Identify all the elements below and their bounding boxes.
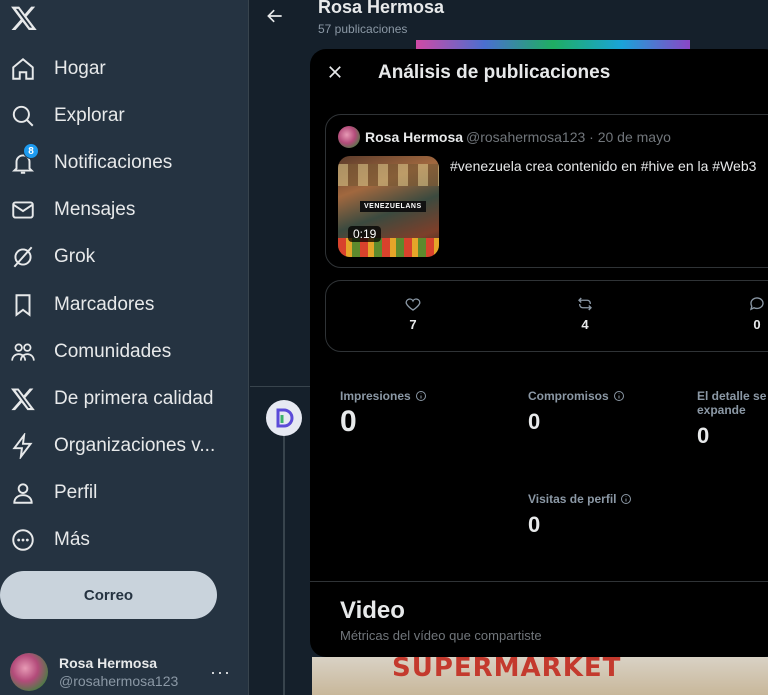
person-icon [10,480,36,506]
more-circle-icon [10,527,36,553]
sidebar-item-label: Mensajes [54,199,136,221]
likes-stat: 7 [393,295,433,332]
notification-badge: 8 [23,142,39,159]
reposts-count: 4 [581,317,589,332]
sidebar-item-label: Marcadores [54,293,155,315]
thumbnail-label: VENEZUELANS [360,201,426,212]
heart-icon [405,298,421,311]
detail-expands-metric: El detalle se expande 0 [697,389,768,449]
post-button[interactable]: Correo [0,571,217,619]
video-duration: 0:19 [348,226,382,242]
modal-title: Análisis de publicaciones [378,62,611,83]
sidebar-item-premium[interactable]: De primera calidad [0,375,249,422]
repost-icon [578,297,592,311]
sidebar-item-label: Notificaciones [54,151,173,173]
sidebar-item-label: Organizaciones v... [54,435,216,457]
engagements-value: 0 [528,409,541,434]
search-icon [10,103,36,129]
divider [250,386,310,387]
post-analytics-modal: Análisis de publicaciones Rosa Hermosa @… [310,49,768,657]
detail-expands-label: El detalle se expande [697,389,767,417]
sidebar-item-more[interactable]: Más [0,517,249,564]
engagements-metric: Compromisos 0 [528,389,625,435]
x-logo-icon[interactable] [10,4,38,32]
account-handle: @rosahermosa123 [59,672,179,689]
section-divider [310,581,768,582]
engagements-label: Compromisos [528,389,609,403]
sidebar-item-explore[interactable]: Explorar [0,92,249,139]
app-root: Hogar Explorar 8 Notificaciones Mensajes… [0,0,768,695]
account-name: Rosa Hermosa [59,654,158,671]
profile-visits-value: 0 [528,512,541,537]
communities-icon [10,339,36,365]
bell-icon: 8 [10,142,39,176]
grok-icon [10,244,36,270]
thread-line [283,436,285,695]
sidebar-item-notifications[interactable]: 8 Notificaciones [0,139,249,186]
sidebar-item-label: Grok [54,246,96,268]
reposts-stat: 4 [565,295,605,332]
reply-icon [749,297,764,311]
sidebar-item-messages[interactable]: Mensajes [0,187,249,234]
info-icon[interactable] [613,390,625,402]
video-section-title: Video [340,597,405,624]
sidebar-item-communities[interactable]: Comunidades [0,328,249,375]
likes-count: 7 [409,317,417,332]
supermarket-sign: SUPERMARKET [392,657,622,683]
close-icon[interactable] [326,63,344,81]
thumbnail-awning [338,164,439,186]
post-preview-card[interactable]: Rosa Hermosa @rosahermosa123 · 20 de may… [325,114,768,268]
home-icon [10,56,36,82]
sidebar-item-home[interactable]: Hogar [0,45,249,92]
mail-icon [10,197,36,223]
page-title: Rosa Hermosa [318,0,445,17]
replies-count: 0 [753,317,761,332]
bookmark-icon [10,292,36,318]
profile-visits-metric: Visitas de perfil 0 [528,492,632,538]
detail-expands-value: 0 [697,423,710,448]
sidebar-item-label: Hogar [54,57,106,79]
avatar [338,126,360,148]
dlike-avatar[interactable] [266,400,302,436]
sidebar-item-label: Perfil [54,482,98,504]
sidebar-item-label: Más [54,529,90,551]
info-icon[interactable] [620,493,632,505]
back-arrow-icon[interactable] [265,6,285,26]
post-handle-date: @rosahermosa123 · 20 de mayo [466,129,671,145]
avatar [10,652,48,691]
account-switcher[interactable]: Rosa Hermosa @rosahermosa123 ··· [0,648,249,695]
video-section-subtitle: Métricas del vídeo que compartiste [340,628,542,643]
more-options-icon[interactable]: ··· [210,662,231,683]
sidebar-item-label: Comunidades [54,340,172,362]
post-count: 57 publicaciones [318,22,408,36]
sidebar-item-label: Explorar [54,104,125,126]
x-premium-icon [10,386,36,412]
post-author: Rosa Hermosa [365,129,464,145]
sidebar-nav: Hogar Explorar 8 Notificaciones Mensajes… [0,45,249,564]
impressions-metric: Impresiones 0 [340,389,427,439]
lightning-icon [10,431,36,461]
post-text: #venezuela crea contenido en #hive en la… [450,158,757,174]
engagement-card: 7 4 0 [325,280,768,352]
sidebar-item-bookmarks[interactable]: Marcadores [0,281,249,328]
replies-stat: 0 [737,295,768,332]
sidebar: Hogar Explorar 8 Notificaciones Mensajes… [0,0,249,695]
impressions-label: Impresiones [340,389,411,403]
sidebar-item-profile[interactable]: Perfil [0,470,249,517]
post-image[interactable]: SUPERMARKET [312,657,768,695]
info-icon[interactable] [415,390,427,402]
video-thumbnail[interactable]: VENEZUELANS 0:19 [338,156,439,257]
sidebar-item-organizations[interactable]: Organizaciones v... [0,423,249,470]
profile-visits-label: Visitas de perfil [528,492,617,506]
sidebar-item-grok[interactable]: Grok [0,234,249,281]
sidebar-item-label: De primera calidad [54,387,214,409]
impressions-value: 0 [340,405,357,438]
